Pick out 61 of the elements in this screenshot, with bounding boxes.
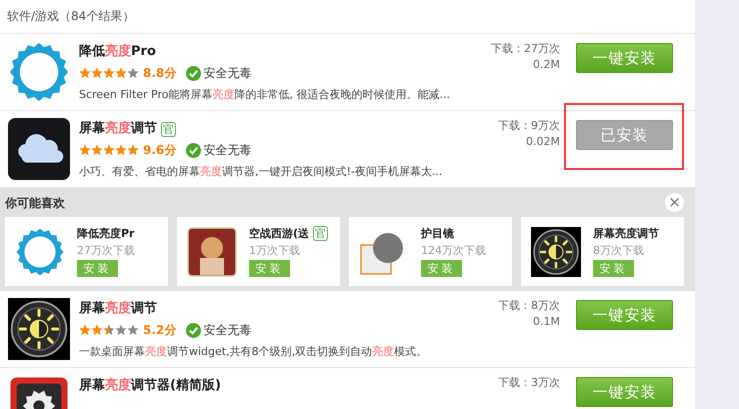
download-count: 1万次下载	[249, 243, 300, 258]
download-count: 下载：3万次	[498, 376, 560, 390]
star-icon	[103, 144, 115, 156]
sunburst-ring-icon	[8, 41, 70, 103]
app-title[interactable]: 屏幕亮度调节器(精简版)	[79, 377, 221, 395]
app-card[interactable]: 护目镜 124万次下载 安装	[349, 217, 512, 286]
file-size: 0.02M	[526, 135, 560, 149]
star-icon	[91, 67, 103, 79]
file-size: 0.2M	[533, 58, 560, 72]
download-count: 8万次下载	[593, 243, 644, 258]
star-icon	[115, 324, 127, 336]
file-size: 0.1M	[533, 315, 560, 329]
score-text: 5.2分	[143, 322, 176, 338]
safety-label: 安全无毒	[203, 64, 252, 82]
star-icon	[103, 324, 115, 336]
app-card[interactable]: 屏幕亮度调节 8万次下载 安装	[521, 217, 684, 286]
star-icon	[127, 144, 139, 156]
app-description: 小巧、有爱、省电的屏幕亮度调节器,一键开启夜间模式!-夜间手机屏幕太...	[79, 164, 444, 180]
download-count: 下载：27万次	[491, 42, 560, 56]
score-text: 8.8分	[143, 64, 176, 82]
star-icon	[127, 324, 139, 336]
cloud-icon	[8, 118, 70, 180]
safety-label: 安全无毒	[203, 322, 252, 338]
download-count: 124万次下载	[421, 243, 486, 258]
download-count: 27万次下载	[77, 243, 135, 258]
star-icon	[79, 67, 91, 79]
sun-icon	[8, 298, 70, 360]
star-icon	[91, 324, 103, 336]
download-count: 下载：9万次	[498, 119, 560, 133]
app-title[interactable]: 降低亮度Pr	[77, 226, 134, 241]
app-title[interactable]: 空战西游(送	[249, 226, 310, 241]
app-card[interactable]: 空战西游(送 官 1万次下载 安装	[177, 217, 340, 286]
app-description: 一款桌面屏幕亮度调节widget,共有8个级别,双击切换到自动亮度模式。	[79, 344, 428, 360]
safety-label: 安全无毒	[203, 142, 252, 158]
results-heading: 软件/游戏（84个结果）	[7, 8, 134, 25]
star-icon	[115, 144, 127, 156]
official-badge: 官	[313, 226, 328, 241]
app-title[interactable]: 屏幕亮度调节	[79, 120, 157, 138]
photo-placeholder	[187, 226, 237, 276]
close-button[interactable]: ×	[665, 193, 684, 212]
check-icon	[186, 322, 202, 338]
app-title[interactable]: 降低亮度Pro	[79, 43, 156, 61]
official-badge: 官	[161, 122, 176, 136]
score-text: 9.6分	[143, 142, 176, 158]
sun-icon	[531, 226, 581, 276]
app-title[interactable]: 屏幕亮度调节	[79, 300, 157, 318]
app-card[interactable]: 降低亮度Pr 27万次下载 安装	[5, 217, 168, 286]
download-count: 下载：8万次	[498, 299, 560, 313]
star-icon	[115, 67, 127, 79]
check-icon	[186, 142, 202, 158]
app-description: Screen Filter Pro能將屏幕亮度降的非常低, 很适合夜晚的时候使用。能减...	[79, 87, 451, 103]
app-title[interactable]: 护目镜	[421, 226, 454, 241]
star-icon	[127, 67, 139, 79]
star-icon	[79, 324, 91, 336]
sunburst-ring-icon	[15, 226, 65, 276]
section-heading: 你可能喜欢	[5, 196, 65, 211]
star-icon	[103, 67, 115, 79]
star-icon	[79, 144, 91, 156]
app-title[interactable]: 屏幕亮度调节	[593, 226, 659, 241]
star-icon	[91, 144, 103, 156]
check-icon	[186, 66, 202, 80]
